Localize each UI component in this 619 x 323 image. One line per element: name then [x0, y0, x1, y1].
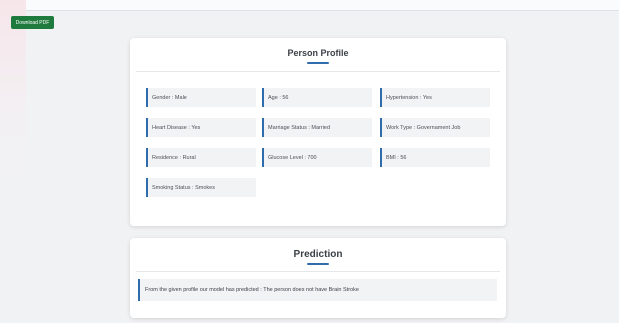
title-underline: [307, 62, 329, 64]
card-divider: [136, 71, 500, 72]
prediction-result: From the given profile our model has pre…: [138, 279, 497, 301]
field-residence: Residence : Rural: [146, 148, 256, 167]
profile-title: Person Profile: [287, 48, 349, 58]
field-work-type: Work Type : Governament Job: [380, 118, 490, 137]
prediction-card: Prediction From the given profile our mo…: [130, 238, 506, 318]
card-divider: [136, 271, 500, 272]
prediction-title: Prediction: [293, 249, 343, 260]
field-age: Age : 56: [262, 88, 372, 107]
field-gender: Gender : Male: [146, 88, 256, 107]
field-heart-disease: Heart Disease : Yes: [146, 118, 256, 137]
field-hypertension: Hypertension : Yes: [380, 88, 490, 107]
field-bmi: BMI : 56: [380, 148, 490, 167]
decorative-background-band: [0, 0, 26, 323]
top-bar: [0, 0, 619, 11]
field-glucose-level: Glucose Level : 700: [262, 148, 372, 167]
title-underline: [307, 263, 329, 265]
person-profile-card: Person Profile Gender : Male Age : 56 Hy…: [130, 38, 506, 226]
field-marriage-status: Marriage Status : Married: [262, 118, 372, 137]
download-pdf-button[interactable]: Download PDF: [11, 16, 54, 29]
field-smoking-status: Smoking Status : Smokes: [146, 178, 256, 197]
